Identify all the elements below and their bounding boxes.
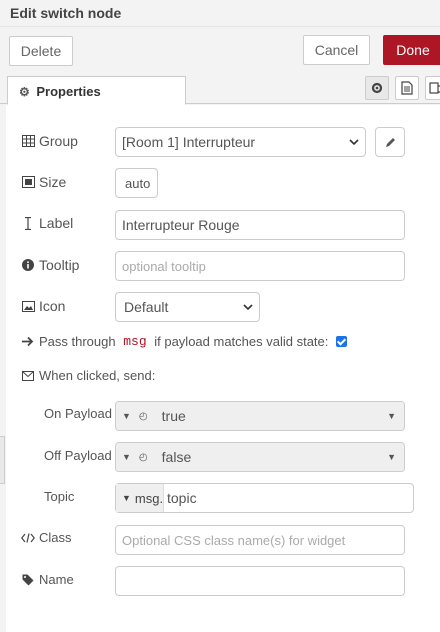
when-clicked-row: When clicked, send:	[21, 368, 155, 383]
size-button[interactable]: auto	[115, 168, 158, 198]
panel-edge-handle[interactable]	[0, 436, 5, 484]
info-circle-icon	[21, 259, 35, 271]
arrow-right-icon	[21, 336, 35, 347]
on-payload-input[interactable]: ▼ ◴ true ▼	[115, 401, 405, 431]
icon-value: Default	[124, 299, 169, 315]
tag-icon	[21, 574, 35, 586]
topic-value: topic	[167, 490, 197, 506]
table-icon	[21, 135, 35, 147]
off-payload-value: false	[161, 449, 192, 465]
tab-properties-label: Properties	[36, 84, 101, 99]
delete-button[interactable]: Delete	[9, 36, 73, 66]
off-payload-label: Off Payload	[44, 448, 112, 463]
group-label: Group	[39, 133, 78, 149]
caret-down-icon: ▼	[122, 411, 131, 421]
passthrough-text-pre: Pass through	[39, 334, 120, 349]
topic-input[interactable]: ▼ msg. topic	[115, 483, 414, 513]
settings-tab-icon[interactable]	[365, 76, 389, 100]
on-payload-label: On Payload	[44, 406, 112, 421]
label-label: Label	[39, 215, 74, 231]
tab-properties[interactable]: ⚙ Properties	[7, 76, 186, 105]
on-payload-value: true	[161, 408, 186, 424]
size-label: Size	[39, 174, 67, 190]
when-clicked-label: When clicked, send:	[39, 368, 156, 383]
tooltip-row-label: Tooltip	[21, 257, 79, 273]
icon-row-label: Icon	[21, 298, 65, 314]
description-icon	[401, 81, 413, 95]
chevron-down-icon: ▼	[387, 411, 396, 421]
clock-icon: ◴	[138, 451, 148, 463]
passthrough-text-post: if payload matches valid state:	[150, 334, 329, 349]
class-row-label: Class	[21, 530, 72, 545]
caret-down-icon: ▼	[122, 452, 131, 462]
off-payload-input[interactable]: ▼ ◴ false ▼	[115, 442, 405, 472]
tooltip-input[interactable]: optional tooltip	[115, 251, 405, 281]
chevron-down-icon	[243, 304, 253, 311]
caret-down-icon: ▼	[122, 493, 131, 503]
pencil-icon	[385, 137, 395, 147]
edit-group-button[interactable]	[375, 127, 405, 157]
topic-label: Topic	[44, 489, 75, 504]
done-button[interactable]: Done	[383, 35, 440, 65]
class-input[interactable]: Optional CSS class name(s) for widget	[115, 525, 405, 555]
class-label: Class	[39, 530, 72, 545]
chevron-down-icon	[349, 139, 359, 146]
topic-type-select[interactable]: ▼ msg.	[116, 484, 164, 512]
cog-icon: ⚙	[19, 85, 30, 99]
chevron-down-icon: ▼	[387, 452, 396, 462]
name-row-label: Name	[21, 572, 74, 587]
group-select[interactable]: [Room 1] Interrupteur	[115, 127, 366, 157]
clock-icon: ◴	[138, 410, 148, 422]
cancel-button[interactable]: Cancel	[303, 35, 370, 65]
code-icon	[21, 532, 35, 543]
passthrough-code: msg	[123, 334, 147, 349]
icon-label: Icon	[39, 298, 66, 314]
tooltip-label: Tooltip	[39, 257, 80, 273]
passthrough-checkbox[interactable]	[336, 336, 348, 347]
envelope-icon	[21, 370, 35, 381]
tray-header: Edit switch node	[0, 0, 440, 27]
passthrough-row: Pass through msg if payload matches vali…	[21, 334, 348, 349]
resize-icon	[21, 176, 35, 188]
appearance-tab-icon[interactable]	[425, 76, 440, 100]
appearance-icon	[429, 82, 440, 94]
group-value: [Room 1] Interrupteur	[122, 134, 256, 150]
group-row-label: Group	[21, 133, 78, 149]
topic-type: msg.	[134, 490, 164, 506]
tray-title: Edit switch node	[10, 5, 122, 21]
label-row-label: Label	[21, 215, 73, 231]
description-tab-icon[interactable]	[395, 76, 419, 100]
name-input[interactable]	[115, 566, 405, 596]
name-label: Name	[39, 572, 74, 587]
text-cursor-icon	[21, 216, 35, 230]
size-row-label: Size	[21, 174, 66, 190]
image-icon	[21, 300, 35, 312]
cog-icon	[371, 82, 383, 94]
icon-select[interactable]: Default	[115, 292, 260, 322]
label-input[interactable]: Interrupteur Rouge	[115, 210, 405, 240]
